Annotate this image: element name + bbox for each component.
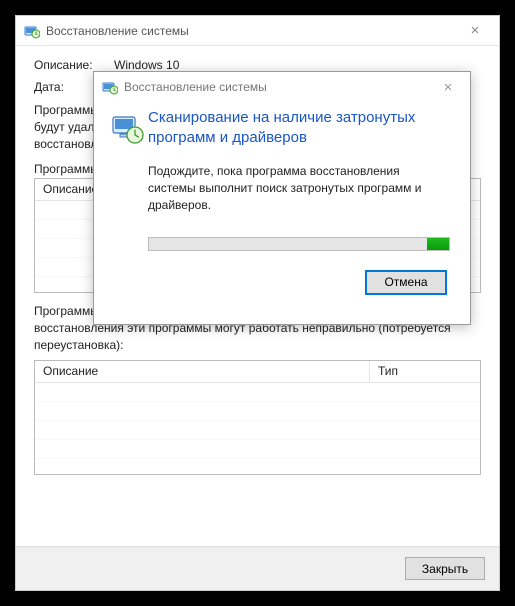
system-restore-icon xyxy=(102,79,118,95)
col-type[interactable]: Тип xyxy=(370,361,480,382)
window-titlebar: Восстановление системы × xyxy=(16,16,499,46)
progress-indicator xyxy=(427,238,449,250)
description-value: Windows 10 xyxy=(114,58,481,72)
close-icon[interactable]: × xyxy=(459,23,491,38)
monitor-clock-icon xyxy=(108,108,148,294)
dialog-titlebar: Восстановление системы × xyxy=(94,72,470,102)
restored-table: Описание Тип xyxy=(34,360,481,475)
description-label: Описание: xyxy=(34,58,114,72)
dialog-message: Подождите, пока программа восстановления… xyxy=(148,163,450,215)
description-row: Описание: Windows 10 xyxy=(34,58,481,72)
dialog-footer: Отмена xyxy=(148,271,450,294)
close-icon[interactable]: × xyxy=(434,79,462,96)
restored-table-header: Описание Тип xyxy=(35,361,480,383)
dialog-title: Восстановление системы xyxy=(124,80,434,94)
dialog-body: Сканирование на наличие затронутых прогр… xyxy=(94,102,470,306)
close-button[interactable]: Закрыть xyxy=(405,557,485,580)
restored-table-body xyxy=(35,383,480,474)
dialog-heading: Сканирование на наличие затронутых прогр… xyxy=(148,108,450,149)
cancel-button[interactable]: Отмена xyxy=(366,271,446,294)
window-title: Восстановление системы xyxy=(46,24,459,38)
progress-bar xyxy=(148,237,450,251)
scanning-dialog: Восстановление системы × Сканирование на… xyxy=(93,71,471,325)
window-footer: Закрыть xyxy=(16,546,499,590)
col-description[interactable]: Описание xyxy=(35,361,370,382)
system-restore-icon xyxy=(24,23,40,39)
